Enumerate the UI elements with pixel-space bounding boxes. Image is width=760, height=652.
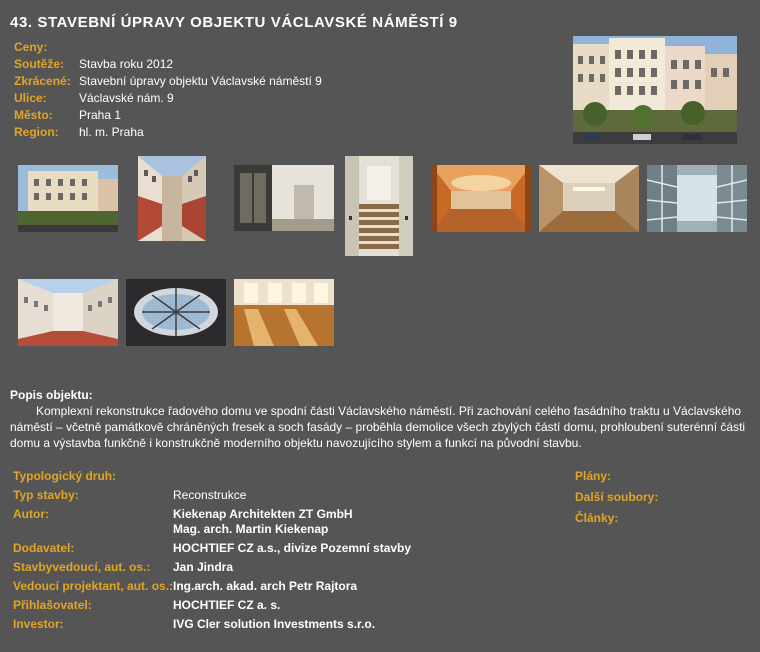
info-label: Zkrácené: [14,74,71,88]
gallery-photo-inner-courtyard[interactable] [18,279,118,346]
detail-label: Stavbyvedoucí, aut. os.: [13,560,151,574]
info-label: Soutěže: [14,57,65,71]
detail-label: Dodavatel: [13,541,75,555]
detail-label: Autor: [13,507,49,521]
detail-label: Vedoucí projektant, aut. os.: [13,579,174,593]
detail-value: HOCHTIEF CZ a.s., divize Pozemní stavby [173,541,412,555]
detail-value: Kiekenap Architekten ZT GmbH [173,507,353,521]
info-value: Stavební úpravy objektu Václavské náměst… [79,74,322,88]
gallery-photo-wooden-floor-room[interactable] [234,279,334,346]
detail-label: Typ stavby: [13,488,79,502]
detail-label: Přihlašovatel: [13,598,92,612]
info-row-street: Ulice: Václavské nám. 9 [14,90,322,107]
detail-value-secondary: Mag. arch. Martin Kiekenap [173,522,329,536]
attachments-links: Plány: Další soubory: Články: [575,469,658,532]
link-articles[interactable]: Články: [575,511,658,532]
info-row-short-name: Zkrácené: Stavební úpravy objektu Václavs… [14,73,322,90]
info-value: Václavské nám. 9 [79,91,174,105]
info-value: Stavba roku 2012 [79,57,174,71]
info-row-prizes: Ceny: [14,39,322,56]
gallery-photo-facade[interactable] [18,165,118,232]
detail-value: Reconstrukce [173,488,247,502]
detail-value: HOCHTIEF CZ a. s. [173,598,281,612]
gallery-photo-elevator-hall[interactable] [234,165,334,231]
gallery-photo-staircase[interactable] [345,156,413,256]
info-row-competitions: Soutěže: Stavba roku 2012 [14,56,322,73]
page-title: 43. STAVEBNÍ ÚPRAVY OBJEKTU VÁCLAVSKÉ NÁ… [10,14,458,31]
gallery-photo-glass-atrium[interactable] [647,165,747,232]
gallery-photo-interior-room[interactable] [539,165,639,232]
info-value: hl. m. Praha [79,125,144,139]
info-value: Praha 1 [79,108,122,122]
info-label: Ulice: [14,91,47,105]
description-heading: Popis objektu: [10,388,93,402]
detail-value: Jan Jindra [173,560,234,574]
gallery-photo-hall-vault[interactable] [431,165,531,232]
info-block: Ceny: Soutěže: Stavba roku 2012 Zkrácené:… [14,39,322,141]
gallery-photo-oval-skylight[interactable] [126,279,226,346]
info-row-city: Město: Praha 1 [14,107,322,124]
link-other-files[interactable]: Další soubory: [575,490,658,511]
detail-value: Ing.arch. akad. arch Petr Rajtora [173,579,358,593]
detail-label: Typologický druh: [13,469,117,483]
gallery-photo-courtyard[interactable] [138,156,206,241]
info-label: Ceny: [14,40,48,54]
description-text: Komplexní rekonstrukce řadového domu ve … [10,404,746,450]
detail-value: IVG Cler solution Investments s.r.o. [173,617,376,631]
info-row-region: Region: hl. m. Praha [14,124,322,141]
detail-label: Investor: [13,617,64,631]
link-plans[interactable]: Plány: [575,469,658,490]
info-label: Město: [14,108,53,122]
main-facade-photo[interactable] [573,36,737,144]
info-label: Region: [14,125,59,139]
